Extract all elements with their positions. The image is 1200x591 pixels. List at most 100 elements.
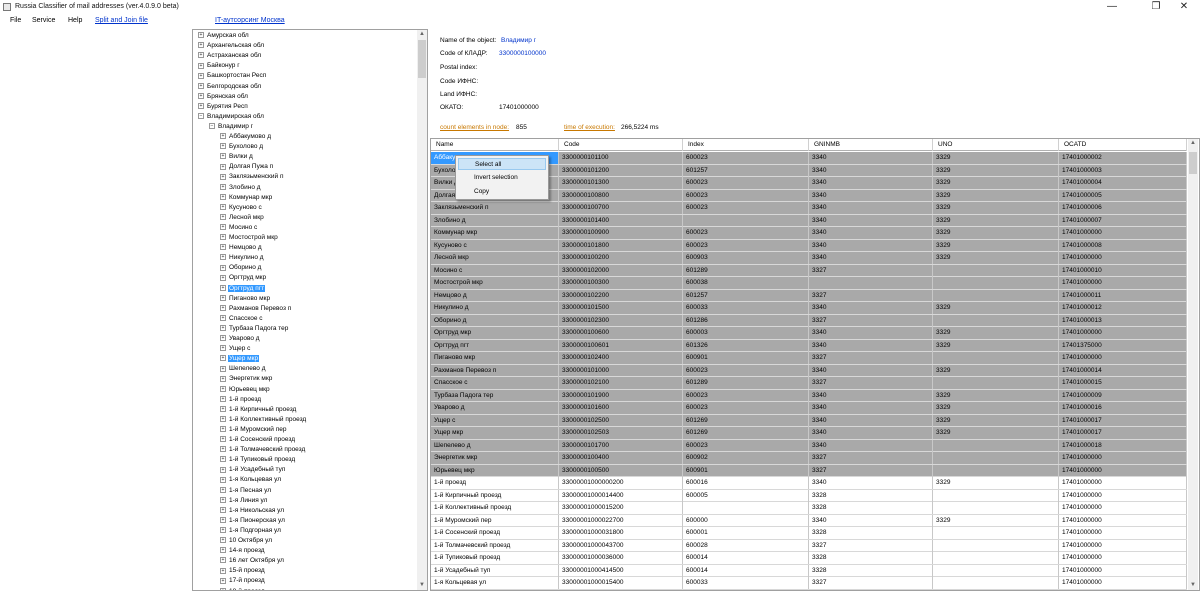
tree-node[interactable]: +1-й Муромский пер bbox=[220, 425, 288, 435]
cell-code[interactable]: 3300000102503 bbox=[559, 427, 683, 439]
tree-scrollbar[interactable]: ▲ ▼ bbox=[417, 30, 427, 590]
cell-ocatd[interactable]: 17401000000 bbox=[1059, 514, 1187, 527]
cell-code[interactable]: 3300000102400 bbox=[559, 352, 683, 364]
tree-node-label[interactable]: 1-я Пионерская ул bbox=[228, 517, 286, 524]
cell-uno[interactable]: 3329 bbox=[933, 177, 1059, 189]
cell-code[interactable]: 33000001000043700 bbox=[559, 539, 683, 552]
tree-node-label[interactable]: 1-й Кирпичный проезд bbox=[228, 406, 297, 413]
cell-name[interactable]: 1-й Толмачевский проезд bbox=[431, 539, 559, 552]
table-row[interactable]: Никулино д 3300000101500 600033 3340 3329 174… bbox=[431, 302, 1187, 315]
cell-index[interactable]: 600003 bbox=[683, 327, 809, 339]
cell-name[interactable]: Спасское с bbox=[431, 377, 559, 389]
cell-code[interactable]: 33000001000015400 bbox=[559, 577, 683, 589]
tree-node-label[interactable]: Турбаза Падога тер bbox=[228, 325, 289, 332]
cell-index[interactable]: 600023 bbox=[683, 189, 809, 202]
cell-index[interactable]: 600023 bbox=[683, 439, 809, 452]
cell-uno[interactable]: 3329 bbox=[933, 252, 1059, 264]
cell-name[interactable]: Заклязьменский п bbox=[431, 202, 559, 214]
cell-index[interactable]: 600038 bbox=[683, 277, 809, 289]
cell-index[interactable]: 600023 bbox=[683, 152, 809, 164]
cell-name[interactable]: 1-й Муромский пер bbox=[431, 514, 559, 527]
cell-ocatd[interactable]: 17401000000 bbox=[1059, 277, 1187, 289]
cell-code[interactable]: 33000001000015200 bbox=[559, 502, 683, 514]
cell-uno[interactable]: 3329 bbox=[933, 152, 1059, 164]
minimize-button[interactable]: — bbox=[1096, 0, 1128, 15]
cell-name[interactable]: Уварово д bbox=[431, 402, 559, 414]
tree-node-label[interactable]: 1-й Толмачевский проезд bbox=[228, 446, 306, 453]
cell-gninmb[interactable]: 3340 bbox=[809, 302, 933, 314]
tree-node[interactable]: + Ущер мкр bbox=[220, 354, 260, 364]
tree-node[interactable]: + Байконур г bbox=[198, 61, 241, 71]
cell-name[interactable]: Юрьевец мкр bbox=[431, 464, 559, 477]
cell-index[interactable]: 600023 bbox=[683, 402, 809, 414]
table-row[interactable]: Мостострой мкр 3300000100300 600038 1740100… bbox=[431, 277, 1187, 290]
cell-code[interactable]: 3300000100400 bbox=[559, 452, 683, 464]
grid-scroll-up-icon[interactable]: ▲ bbox=[1188, 139, 1198, 148]
expand-icon[interactable]: + bbox=[198, 82, 204, 89]
cell-gninmb[interactable]: 3327 bbox=[809, 352, 933, 364]
cell-code[interactable]: 3300000102000 bbox=[559, 264, 683, 277]
cell-uno[interactable]: 3329 bbox=[933, 339, 1059, 352]
cell-uno[interactable]: 3329 bbox=[933, 227, 1059, 239]
cell-name[interactable]: Мостострой мкр bbox=[431, 277, 559, 289]
table-row[interactable]: Турбаза Падога тер 3300000101900 600023 334… bbox=[431, 389, 1187, 402]
cell-name[interactable]: Оборино д bbox=[431, 314, 559, 327]
context-select-all[interactable]: Select all bbox=[458, 158, 546, 170]
table-row[interactable]: 1-я Кольцевая ул 33000001000015400 600033 3… bbox=[431, 577, 1187, 590]
tree-node[interactable]: +1-й Тупиковый проезд bbox=[220, 455, 296, 465]
cell-index[interactable]: 601257 bbox=[683, 289, 809, 302]
cell-ocatd[interactable]: 17401000000 bbox=[1059, 327, 1187, 339]
table-row[interactable]: Оргтруд мкр 3300000100600 600003 3340 3329 17… bbox=[431, 327, 1187, 340]
cell-gninmb[interactable]: 3340 bbox=[809, 227, 933, 239]
table-row[interactable]: Энергетик мкр 3300000100400 600902 3327 1740… bbox=[431, 452, 1187, 465]
cell-name[interactable]: Злобино д bbox=[431, 214, 559, 227]
tree-node[interactable]: +10 Октября ул bbox=[220, 536, 273, 546]
cell-ocatd[interactable]: 17401000004 bbox=[1059, 177, 1187, 189]
expand-icon[interactable]: + bbox=[220, 274, 226, 281]
cell-gninmb[interactable]: 3340 bbox=[809, 364, 933, 377]
cell-uno[interactable] bbox=[933, 564, 1059, 577]
cell-name[interactable]: Турбаза Падога тер bbox=[431, 389, 559, 402]
scroll-up-icon[interactable]: ▲ bbox=[417, 30, 427, 39]
cell-gninmb[interactable]: 3340 bbox=[809, 427, 933, 439]
cell-ocatd[interactable]: 17401000000 bbox=[1059, 539, 1187, 552]
tree-node-label[interactable]: Бухолово д bbox=[228, 143, 264, 150]
close-button[interactable]: ✕ bbox=[1168, 0, 1200, 15]
cell-name[interactable]: Немцово д bbox=[431, 289, 559, 302]
tree-node[interactable]: +1-я Никольская ул bbox=[220, 506, 285, 516]
tree-node[interactable]: + Никулино д bbox=[220, 253, 265, 263]
expand-icon[interactable]: + bbox=[220, 405, 226, 412]
cell-index[interactable]: 600014 bbox=[683, 564, 809, 577]
tree-node[interactable]: − Владимир г bbox=[209, 122, 254, 132]
cell-code[interactable]: 3300000102200 bbox=[559, 289, 683, 302]
tree-node[interactable]: + Астраханская обл bbox=[198, 51, 262, 61]
cell-index[interactable]: 600023 bbox=[683, 389, 809, 402]
collapse-icon[interactable]: − bbox=[198, 113, 204, 120]
cell-uno[interactable] bbox=[933, 489, 1059, 502]
expand-icon[interactable]: + bbox=[220, 153, 226, 160]
cell-name[interactable]: Рахманов Перевоз п bbox=[431, 364, 559, 377]
table-row[interactable]: Рахманов Перевоз п 3300000101000 600023 334… bbox=[431, 364, 1187, 377]
collapse-icon[interactable]: − bbox=[209, 123, 215, 130]
cell-ocatd[interactable]: 17401000000 bbox=[1059, 464, 1187, 477]
tree-node[interactable]: +1-й Кирпичный проезд bbox=[220, 405, 297, 415]
cell-code[interactable]: 3300000101600 bbox=[559, 402, 683, 414]
tree-node-label[interactable]: Никулино д bbox=[228, 254, 265, 261]
expand-icon[interactable]: + bbox=[220, 234, 226, 241]
cell-uno[interactable] bbox=[933, 452, 1059, 464]
expand-icon[interactable]: + bbox=[220, 567, 226, 574]
cell-code[interactable]: 3300000101900 bbox=[559, 389, 683, 402]
tree-node-label[interactable]: 1-я Подгорная ул bbox=[228, 527, 282, 534]
cell-ocatd[interactable]: 17401000014 bbox=[1059, 364, 1187, 377]
cell-ocatd[interactable]: 17401000000 bbox=[1059, 252, 1187, 264]
table-row[interactable]: Заклязьменский п 3300000100700 600023 3340 3… bbox=[431, 202, 1187, 215]
cell-uno[interactable]: 3329 bbox=[933, 239, 1059, 252]
table-row[interactable]: 1-й Толмачевский проезд 33000001000043700… bbox=[431, 539, 1187, 552]
cell-index[interactable]: 600903 bbox=[683, 252, 809, 264]
tree-node[interactable]: +1-й Коллективный проезд bbox=[220, 415, 307, 425]
cell-index[interactable]: 600023 bbox=[683, 239, 809, 252]
cell-name[interactable]: 1-я Кольцевая ул bbox=[431, 577, 559, 589]
cell-uno[interactable]: 3329 bbox=[933, 427, 1059, 439]
cell-name[interactable]: Оргтруд пгт bbox=[431, 339, 559, 352]
tree-node-label[interactable]: Брянская обл bbox=[206, 93, 249, 100]
